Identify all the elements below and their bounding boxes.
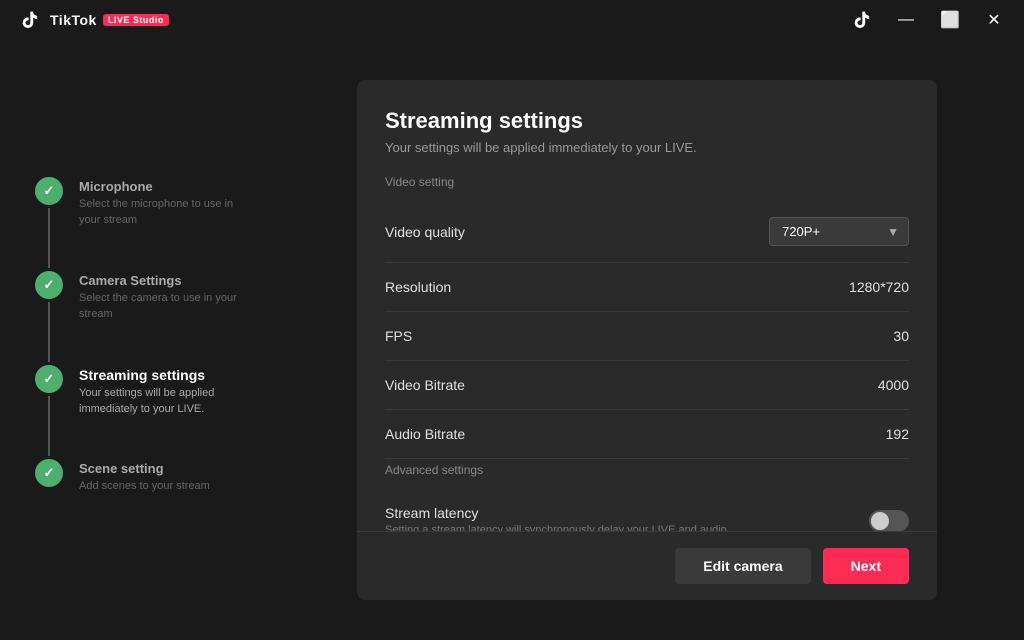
tiktok-music-icon — [16, 6, 44, 34]
live-badge: LIVE Studio — [103, 14, 169, 26]
fps-label: FPS — [385, 328, 412, 344]
settings-title: Streaming settings — [385, 108, 909, 134]
wizard-step-scene: ✓ Scene setting Add scenes to your strea… — [35, 459, 275, 502]
step-desc-microphone: Select the microphone to use in your str… — [79, 197, 239, 228]
step-connector-camera: ✓ — [35, 271, 63, 365]
step-line-3 — [48, 396, 50, 456]
tiktok-icon-right — [848, 6, 876, 34]
edit-camera-button[interactable]: Edit camera — [675, 548, 810, 584]
video-bitrate-row: Video Bitrate 4000 — [385, 361, 909, 410]
step-desc-camera: Select the camera to use in your stream — [79, 291, 239, 322]
step-circle-microphone: ✓ — [35, 177, 63, 205]
video-quality-row: Video quality 360P 480P 720P 720P+ 1080P… — [385, 201, 909, 263]
check-icon-scene: ✓ — [44, 465, 55, 481]
app-name: TikTok — [50, 12, 97, 28]
resolution-row: Resolution 1280*720 — [385, 263, 909, 312]
content-panel: Streaming settings Your settings will be… — [310, 40, 1024, 640]
video-quality-label: Video quality — [385, 224, 465, 240]
stream-latency-info: Stream latency Setting a stream latency … — [385, 505, 869, 531]
step-circle-scene: ✓ — [35, 459, 63, 487]
next-button[interactable]: Next — [823, 548, 909, 584]
check-icon-microphone: ✓ — [44, 183, 55, 199]
titlebar: TikTok LIVE Studio — ⬜ ✕ — [0, 0, 1024, 40]
audio-bitrate-label: Audio Bitrate — [385, 426, 465, 442]
video-quality-select-wrapper: 360P 480P 720P 720P+ 1080P ▼ — [769, 217, 909, 246]
step-desc-streaming: Your settings will be applied immediatel… — [79, 386, 239, 417]
advanced-section: Advanced settings Stream latency Setting… — [385, 463, 909, 531]
close-button[interactable]: ✕ — [980, 6, 1008, 34]
step-connector-scene: ✓ — [35, 459, 63, 487]
wizard-step-streaming: ✓ Streaming settings Your settings will … — [35, 365, 275, 459]
check-icon-camera: ✓ — [44, 277, 55, 293]
wizard-sidebar: ✓ Microphone Select the microphone to us… — [0, 40, 310, 640]
step-content-microphone: Microphone Select the microphone to use … — [79, 177, 239, 236]
stream-latency-desc: Setting a stream latency will synchronou… — [385, 524, 869, 531]
step-content-streaming: Streaming settings Your settings will be… — [79, 365, 239, 425]
audio-bitrate-value: 192 — [886, 426, 909, 442]
step-title-scene: Scene setting — [79, 461, 210, 476]
advanced-section-label: Advanced settings — [385, 463, 909, 477]
minimize-button[interactable]: — — [892, 6, 920, 34]
app-logo: TikTok LIVE Studio — [16, 6, 169, 34]
wizard-step-camera: ✓ Camera Settings Select the camera to u… — [35, 271, 275, 365]
step-line-1 — [48, 208, 50, 268]
video-section-label: Video setting — [385, 175, 909, 189]
stream-latency-toggle[interactable] — [869, 510, 909, 532]
video-bitrate-label: Video Bitrate — [385, 377, 465, 393]
step-connector-streaming: ✓ — [35, 365, 63, 459]
video-quality-select[interactable]: 360P 480P 720P 720P+ 1080P — [769, 217, 909, 246]
step-content-camera: Camera Settings Select the camera to use… — [79, 271, 239, 330]
settings-subtitle: Your settings will be applied immediatel… — [385, 140, 909, 155]
step-title-streaming: Streaming settings — [79, 367, 239, 383]
window-controls: — ⬜ ✕ — [848, 6, 1008, 34]
settings-footer: Edit camera Next — [357, 531, 937, 600]
resolution-label: Resolution — [385, 279, 451, 295]
step-title-camera: Camera Settings — [79, 273, 239, 288]
fps-row: FPS 30 — [385, 312, 909, 361]
settings-header: Streaming settings Your settings will be… — [357, 80, 937, 171]
step-line-2 — [48, 302, 50, 362]
step-connector-microphone: ✓ — [35, 177, 63, 271]
settings-card: Streaming settings Your settings will be… — [357, 80, 937, 600]
step-circle-camera: ✓ — [35, 271, 63, 299]
stream-latency-header: Stream latency Setting a stream latency … — [385, 505, 909, 531]
step-desc-scene: Add scenes to your stream — [79, 479, 210, 494]
wizard-step-microphone: ✓ Microphone Select the microphone to us… — [35, 177, 275, 271]
maximize-button[interactable]: ⬜ — [936, 6, 964, 34]
video-bitrate-value: 4000 — [878, 377, 909, 393]
audio-bitrate-row: Audio Bitrate 192 — [385, 410, 909, 459]
settings-body: Video setting Video quality 360P 480P 72… — [357, 171, 937, 531]
check-icon-streaming: ✓ — [44, 371, 55, 387]
main-layout: ✓ Microphone Select the microphone to us… — [0, 40, 1024, 640]
step-title-microphone: Microphone — [79, 179, 239, 194]
stream-latency-title: Stream latency — [385, 505, 869, 521]
fps-value: 30 — [893, 328, 909, 344]
resolution-value: 1280*720 — [849, 279, 909, 295]
stream-latency-row: Stream latency Setting a stream latency … — [385, 489, 909, 531]
step-content-scene: Scene setting Add scenes to your stream — [79, 459, 210, 502]
toggle-knob — [871, 512, 889, 530]
wizard-steps: ✓ Microphone Select the microphone to us… — [35, 177, 275, 502]
step-circle-streaming: ✓ — [35, 365, 63, 393]
